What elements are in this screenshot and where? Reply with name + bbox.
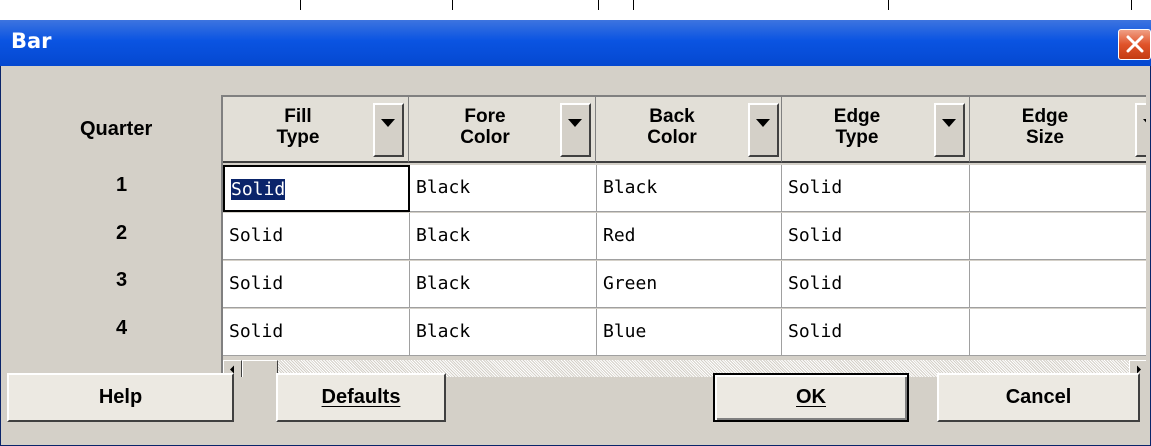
column-header-label: Back Color [647,106,697,148]
triangle-down-icon [381,119,395,127]
column-header-label: Edge Size [1021,106,1069,148]
bar-properties-grid[interactable]: Fill Type Fore Color Back Color Edge Typ… [221,95,1146,377]
grid-cell[interactable]: Solid [223,309,410,356]
column-header-label: Edge Type [833,106,881,148]
dropdown-button[interactable] [1135,103,1146,157]
help-button[interactable]: Help [7,373,234,422]
grid-cell[interactable]: Solid [782,165,970,212]
row-header-title: Quarter [80,118,153,140]
column-header-edge-type[interactable]: Edge Type [782,97,970,163]
column-header-back-color[interactable]: Back Color [596,97,782,163]
grid-cell[interactable]: Solid [223,261,410,308]
column-header-edge-size[interactable]: Edge Size [970,97,1146,163]
column-header-fill-type[interactable]: Fill Type [223,97,409,163]
dropdown-button[interactable] [748,103,779,157]
triangle-down-icon [756,119,770,127]
dropdown-button[interactable] [934,103,965,157]
grid-cell[interactable] [970,165,1146,212]
defaults-label: Defaults [321,386,401,408]
grid-cell[interactable]: Black [410,261,597,308]
scroll-thumb[interactable] [242,360,278,377]
grid-cell[interactable]: Black [597,165,782,212]
column-header-label: Fill Type [276,106,320,148]
triangle-down-icon [1143,119,1146,127]
grid-cell[interactable]: Black [410,165,597,212]
ok-label: OK [796,386,826,408]
cancel-button[interactable]: Cancel [937,373,1140,422]
grid-cell[interactable]: Solid [223,213,410,260]
background-tick [452,0,453,10]
title-bar[interactable]: Bar [0,20,1151,66]
window-title: Bar [11,29,52,53]
column-header-fore-color[interactable]: Fore Color [409,97,596,163]
row-label: 3 [116,269,128,291]
grid-cell-selected[interactable]: Solid [223,165,410,212]
grid-cell[interactable] [970,309,1146,356]
background-tick [633,0,634,10]
column-header-label: Fore Color [460,106,510,148]
triangle-down-icon [942,119,956,127]
grid-cell[interactable]: Red [597,213,782,260]
background-tick [300,0,301,10]
background-strip [0,0,1151,20]
row-label: 2 [116,222,128,244]
grid-cell[interactable]: Black [410,213,597,260]
grid-cell[interactable]: Solid [782,213,970,260]
row-label: 1 [116,174,128,196]
grid-cell[interactable]: Blue [597,309,782,356]
background-tick [598,0,599,10]
row-label: 4 [116,317,128,339]
grid-cell[interactable]: Solid [782,309,970,356]
defaults-button[interactable]: Defaults [276,373,446,422]
grid-cell[interactable]: Black [410,309,597,356]
grid-cell[interactable] [970,261,1146,308]
grid-cell[interactable] [970,213,1146,260]
grid-cell[interactable]: Solid [782,261,970,308]
triangle-down-icon [568,119,582,127]
dropdown-button[interactable] [560,103,591,157]
close-button[interactable] [1118,29,1151,60]
grid-cell[interactable]: Green [597,261,782,308]
background-tick [1131,0,1132,10]
ok-button[interactable]: OK [713,373,909,422]
dropdown-button[interactable] [373,103,404,157]
background-tick [888,0,889,10]
